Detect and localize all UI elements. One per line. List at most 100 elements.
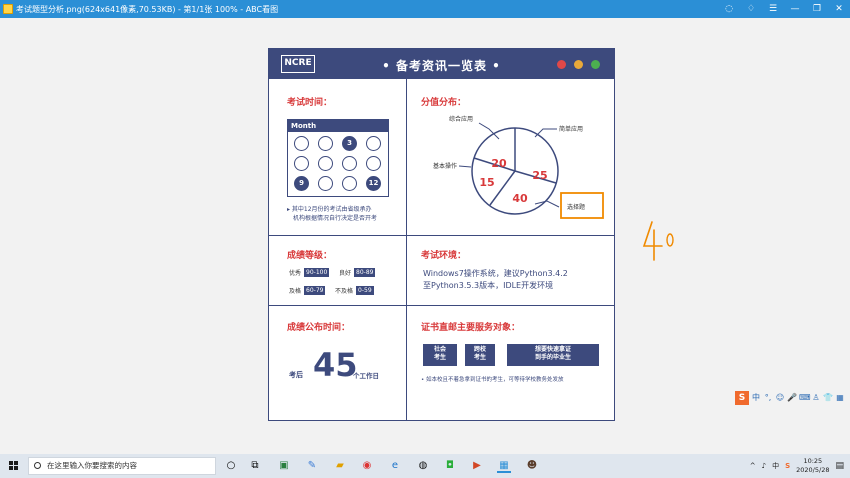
ime-emoji-icon[interactable]: ☺ xyxy=(775,393,785,403)
search-placeholder: 在这里输入你要搜索的内容 xyxy=(47,461,137,470)
clock-time: 10:25 xyxy=(803,457,823,465)
ime-user-icon[interactable]: ♙ xyxy=(811,393,821,403)
month-circle-march: 3 xyxy=(342,136,357,151)
input-method-icon[interactable]: 中 xyxy=(772,461,779,471)
pie-value-comprehensive: 20 xyxy=(491,157,507,170)
service-tag-social: 社会 考生 xyxy=(423,344,457,366)
minimize-button[interactable]: — xyxy=(788,4,802,14)
exam-time-section: 考试时间： Month 3 9 12 ▸ 其中12月份的考试由省级承办 机构根据… xyxy=(269,79,407,236)
file-explorer-icon[interactable]: ▰ xyxy=(333,459,347,473)
publish-prefix: 考后 xyxy=(289,371,303,379)
sogou-tray-icon[interactable]: S xyxy=(785,462,790,470)
grade-item: 良好 80-89 xyxy=(339,268,376,277)
environment-line-1: Windows7操作系统，建议Python3.4.2 xyxy=(423,269,568,278)
image-viewer-canvas[interactable]: NCRE • 备考资讯一览表 • 考试时间： Month 3 9 12 ▸ 其中… xyxy=(0,18,850,454)
calendar-header: Month xyxy=(288,120,388,132)
windows-taskbar: 在这里输入你要搜索的内容 ○ ⧉ ▣ ✎ ▰ ◉ e ◍ ◘ ▶ ▦ ☻ ^ ♪… xyxy=(0,454,850,478)
environment-text: Windows7操作系统，建议Python3.4.2 至Python3.5.3版… xyxy=(423,268,568,292)
skin-icon[interactable]: ♢ xyxy=(744,4,758,14)
service-tag-graduates: 想要快速拿证 到手的毕业生 xyxy=(507,344,599,366)
task-view-icon[interactable]: ⧉ xyxy=(248,459,262,473)
start-button[interactable] xyxy=(9,461,19,471)
grade-item: 优秀 90-100 xyxy=(289,268,330,277)
app-icon xyxy=(3,4,13,14)
cortana-icon[interactable]: ○ xyxy=(224,459,238,473)
exam-time-note-2: 机构根据情况自行决定是否开考 xyxy=(293,215,378,222)
ime-skin-icon[interactable]: 👕 xyxy=(823,393,833,403)
displayed-image-poster: NCRE • 备考资讯一览表 • 考试时间： Month 3 9 12 ▸ 其中… xyxy=(268,48,615,421)
environment-heading: 考试环境： xyxy=(421,251,467,261)
exam-time-note-1: ▸ 其中12月份的考试由省级承办 xyxy=(287,206,372,213)
menu-icon[interactable]: ☰ xyxy=(766,4,780,14)
month-circle xyxy=(318,156,333,171)
grades-heading: 成绩等级： xyxy=(287,251,333,261)
calendar: Month 3 9 12 xyxy=(287,119,389,197)
ime-toolbox-icon[interactable]: ▦ xyxy=(835,393,845,403)
month-circle xyxy=(318,136,333,151)
sogou-logo-icon[interactable]: S xyxy=(735,391,749,405)
system-clock[interactable]: 10:25 2020/5/28 xyxy=(796,457,829,475)
handwritten-annotation xyxy=(642,221,674,261)
notification-icon[interactable]: ▤ xyxy=(835,461,844,471)
exam-time-heading: 考试时间： xyxy=(287,98,333,108)
pie-value-choice: 40 xyxy=(512,192,528,205)
score-distribution-section: 分值分布： 20 25 15 40 综合应用 简单应用 基本操作 选择题 xyxy=(407,79,614,236)
publish-time-section: 成绩公布时间： 考后 45 个工作日 xyxy=(269,306,407,420)
publish-suffix: 个工作日 xyxy=(353,372,379,380)
environment-section: 考试环境： Windows7操作系统，建议Python3.4.2 至Python… xyxy=(407,236,614,306)
ime-voice-icon[interactable]: 🎤 xyxy=(787,393,797,403)
service-note: • 如本校且不着急拿到证书的考生，可等待学校教务处发放 xyxy=(421,377,564,383)
pie-label-basic: 基本操作 xyxy=(433,162,457,170)
month-circle xyxy=(342,156,357,171)
grade-item: 不及格 0-59 xyxy=(335,286,374,295)
month-circle xyxy=(318,176,333,191)
abc-viewer-icon[interactable]: ▦ xyxy=(497,459,511,473)
ime-toolbar: S 中 °, ☺ 🎤 ⌨ ♙ 👕 ▦ xyxy=(735,391,845,405)
chrome-icon[interactable]: ◉ xyxy=(360,459,374,473)
taskbar-search-box[interactable]: 在这里输入你要搜索的内容 xyxy=(28,457,216,475)
score-pie-chart: 20 25 15 40 综合应用 简单应用 基本操作 选择题 xyxy=(433,115,604,219)
month-circle xyxy=(294,136,309,151)
grades-section: 成绩等级： 优秀 90-100 良好 80-89 及格 60-79 不及格 0-59 xyxy=(269,236,407,306)
wechat-icon[interactable]: ◘ xyxy=(443,459,457,473)
pie-value-simple: 25 xyxy=(532,169,547,182)
edge-icon[interactable]: e xyxy=(388,459,402,473)
publish-days-number: 45 xyxy=(313,346,358,384)
green-dot-icon xyxy=(591,60,600,69)
grade-item: 及格 60-79 xyxy=(289,286,326,295)
window-controls: ◌ ♢ ☰ — ❐ ✕ xyxy=(722,0,846,18)
chat-icon[interactable]: ◌ xyxy=(722,4,736,14)
pie-label-comprehensive: 综合应用 xyxy=(449,115,473,123)
service-section: 证书直邮主要服务对象： 社会 考生 跨校 考生 想要快速拿证 到手的毕业生 • 如本校… xyxy=(407,306,614,420)
month-circle xyxy=(366,156,381,171)
ime-punct-icon[interactable]: °, xyxy=(763,393,773,403)
system-tray: ^ ♪ 中 S 10:25 2020/5/28 ▤ xyxy=(750,454,850,478)
month-circle-september: 9 xyxy=(294,176,309,191)
month-circle xyxy=(294,156,309,171)
calendar-months: 3 9 12 xyxy=(288,132,388,191)
powerpoint-icon[interactable]: ▶ xyxy=(470,459,484,473)
volume-icon[interactable]: ♪ xyxy=(762,462,766,470)
month-circle-december: 12 xyxy=(366,176,381,191)
search-icon xyxy=(34,462,41,469)
yellow-dot-icon xyxy=(574,60,583,69)
maximize-button[interactable]: ❐ xyxy=(810,4,824,14)
service-heading: 证书直邮主要服务对象： xyxy=(421,323,521,333)
poster-header: NCRE • 备考资讯一览表 • xyxy=(269,49,614,79)
pen-app-icon[interactable]: ✎ xyxy=(305,459,319,473)
monitor-app-icon[interactable]: ▣ xyxy=(277,459,291,473)
month-circle xyxy=(342,176,357,191)
environment-line-2: 至Python3.5.3版本，IDLE开发环境 xyxy=(423,281,554,290)
tray-chevron-icon[interactable]: ^ xyxy=(750,462,756,470)
qq-icon[interactable]: ◍ xyxy=(416,459,430,473)
month-circle xyxy=(366,136,381,151)
handwritten-zero xyxy=(666,233,674,247)
ime-mode-icon[interactable]: 中 xyxy=(751,393,761,403)
publish-time-heading: 成绩公布时间： xyxy=(287,323,351,333)
game-app-icon[interactable]: ☻ xyxy=(525,459,539,473)
clock-date: 2020/5/28 xyxy=(796,466,830,474)
ime-keyboard-icon[interactable]: ⌨ xyxy=(799,393,811,403)
close-button[interactable]: ✕ xyxy=(832,4,846,14)
leader-line xyxy=(458,165,472,168)
pie-label-choice: 选择题 xyxy=(567,203,585,211)
